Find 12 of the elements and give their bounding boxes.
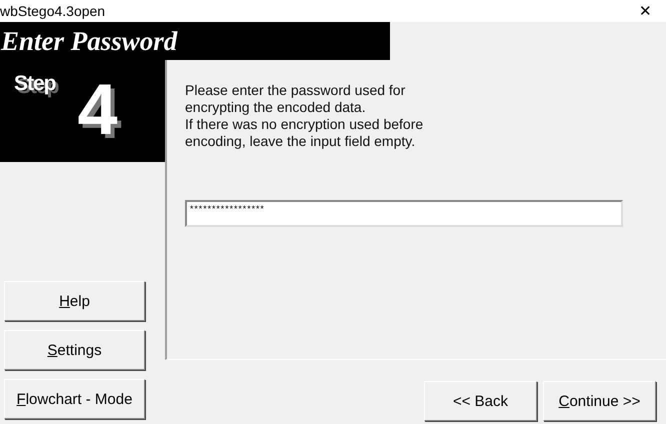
page-heading: Enter Password — [1, 26, 178, 56]
side-button[interactable]: Help — [4, 281, 145, 321]
instruction-text: Please enter the password used for encrypting the encoded data. If there was no encryption used before encoding, leave the input field empty. — [185, 82, 424, 150]
password-field[interactable]: ***************** — [185, 200, 623, 227]
close-button[interactable]: ✕ — [639, 2, 652, 20]
nav-button[interactable]: Continue >> — [543, 381, 656, 421]
step-number: 4 — [78, 74, 118, 146]
window-title: wbStego4.3open — [0, 3, 106, 19]
nav-button[interactable]: << Back — [424, 381, 537, 421]
side-button[interactable]: Settings — [4, 330, 145, 370]
side-button[interactable]: Flowchart - Mode — [4, 379, 145, 419]
step-label: Step — [14, 72, 56, 96]
